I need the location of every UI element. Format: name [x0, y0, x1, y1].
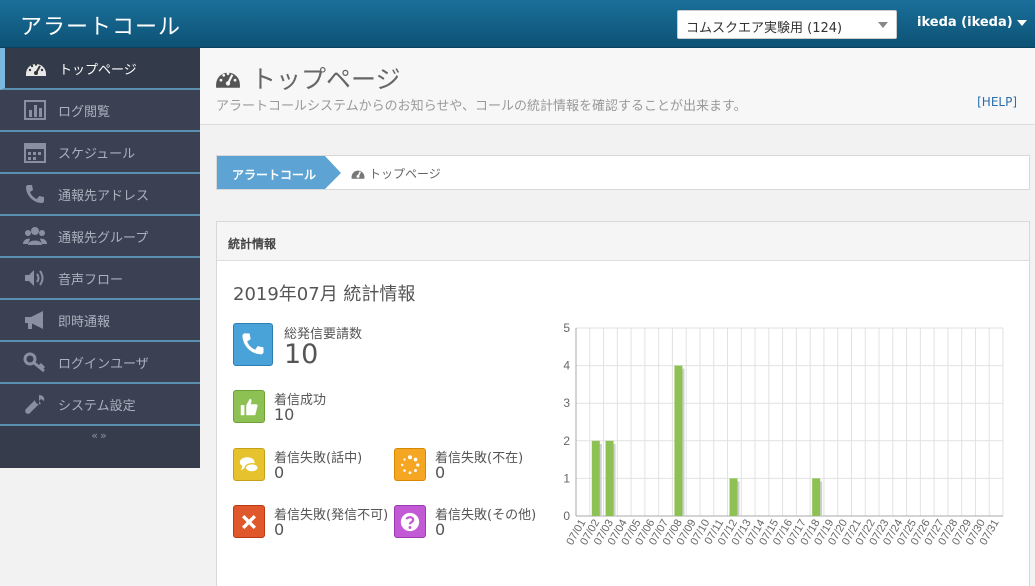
sidebar-item-top-page[interactable]: トップページ: [0, 48, 200, 90]
dashboard-icon: [351, 170, 365, 179]
sidebar-item-label: 通報先アドレス: [58, 188, 150, 204]
daily-calls-bar-chart: 01234507/0107/0207/0307/0407/0507/0607/0…: [563, 321, 1004, 547]
stat-other-label: 着信失敗(その他): [435, 508, 537, 523]
user-name: ikeda (ikeda): [917, 15, 1013, 30]
sidebar-item-voice-flow[interactable]: 音声フロー: [0, 258, 200, 300]
sidebar-item-label: システム設定: [58, 398, 136, 414]
stat-cannot-call-label: 着信失敗(発信不可): [274, 508, 389, 523]
stat-other-value: 0: [435, 520, 446, 539]
chat-bubbles-icon: [233, 448, 265, 481]
bar: [729, 478, 738, 516]
y-tick-label: 5: [563, 321, 570, 335]
sidebar-item-immediate[interactable]: 即時通報: [0, 300, 200, 342]
phone-icon: [22, 183, 48, 205]
sidebar-item-label: トップページ: [59, 62, 137, 78]
page-title-text: トップページ: [251, 65, 401, 94]
user-menu[interactable]: ikeda (ikeda): [917, 15, 1027, 30]
sidebar-item-system-settings[interactable]: システム設定: [0, 384, 200, 426]
breadcrumb-current-label: トップページ: [369, 167, 441, 181]
sidebar-item-label: スケジュール: [58, 146, 136, 162]
stat-cannot-call-value: 0: [274, 520, 285, 539]
account-select-value: コムスクエア実験用 (124): [686, 21, 843, 36]
top-navbar: アラートコール コムスクエア実験用 (124) ikeda (ikeda): [0, 0, 1035, 48]
question-icon: [394, 505, 426, 538]
panel-heading: 統計情報: [217, 222, 1029, 261]
sidebar-item-label: 通報先グループ: [58, 230, 149, 246]
y-tick-label: 3: [563, 396, 570, 410]
stat-success-value: 10: [274, 405, 295, 424]
y-tick-label: 2: [563, 434, 570, 448]
y-tick-label: 4: [563, 359, 570, 373]
speaker-icon: [22, 267, 48, 289]
stat-total-value: 10: [284, 339, 319, 370]
stat-absent-label: 着信失敗(不在): [435, 451, 524, 466]
sidebar-item-log[interactable]: ログ閲覧: [0, 90, 200, 132]
dashboard-icon: [23, 57, 49, 79]
stats-month-title: 2019年07月 統計情報: [233, 284, 416, 305]
sidebar-item-label: 即時通報: [58, 314, 111, 330]
stat-busy-label: 着信失敗(話中): [274, 451, 363, 466]
chevron-down-icon: [878, 22, 888, 28]
sidebar-item-group[interactable]: 通報先グループ: [0, 216, 200, 258]
stat-absent-value: 0: [435, 463, 446, 482]
page-description: アラートコールシステムからのお知らせや、コールの統計情報を確認することが出来ます…: [216, 99, 747, 114]
page-header: トップページ アラートコールシステムからのお知らせや、コールの統計情報を確認する…: [200, 48, 1035, 125]
stat-busy-value: 0: [274, 463, 285, 482]
key-icon: [22, 351, 48, 373]
close-icon: [233, 505, 265, 538]
sidebar-item-login-user[interactable]: ログインユーザ: [0, 342, 200, 384]
group-icon: [22, 225, 48, 247]
y-tick-label: 1: [563, 471, 570, 485]
bar: [591, 440, 600, 516]
sidebar-collapse-toggle[interactable]: «»: [0, 426, 200, 448]
phone-icon: [233, 323, 273, 366]
help-link[interactable]: [HELP]: [977, 95, 1017, 109]
megaphone-icon: [22, 309, 48, 331]
y-tick-label: 0: [563, 509, 570, 523]
thumbs-up-icon: [233, 390, 265, 423]
breadcrumb: アラートコール トップページ: [216, 155, 1030, 190]
dashboard-icon: [216, 72, 240, 88]
sidebar-item-label: ログインユーザ: [58, 356, 149, 372]
wrench-icon: [22, 393, 48, 415]
sidebar-item-schedule[interactable]: スケジュール: [0, 132, 200, 174]
sidebar-item-label: 音声フロー: [58, 272, 124, 288]
breadcrumb-root[interactable]: アラートコール: [217, 156, 341, 189]
sidebar-item-address[interactable]: 通報先アドレス: [0, 174, 200, 216]
account-select[interactable]: コムスクエア実験用 (124): [677, 10, 897, 39]
caret-down-icon: [1016, 19, 1027, 26]
bar: [674, 365, 683, 516]
sidebar: トップページ ログ閲覧 スケジュール 通報先アドレス 通報先グループ 音声フロー: [0, 48, 200, 468]
breadcrumb-current: トップページ: [351, 165, 441, 182]
bar: [812, 478, 821, 516]
app-brand[interactable]: アラートコール: [20, 9, 181, 41]
page-title: トップページ: [215, 60, 401, 96]
spinner-icon: [394, 448, 426, 481]
bar: [605, 440, 614, 516]
sidebar-item-label: ログ閲覧: [58, 104, 111, 120]
bar-chart-icon: [22, 99, 48, 121]
calendar-icon: [22, 141, 48, 163]
